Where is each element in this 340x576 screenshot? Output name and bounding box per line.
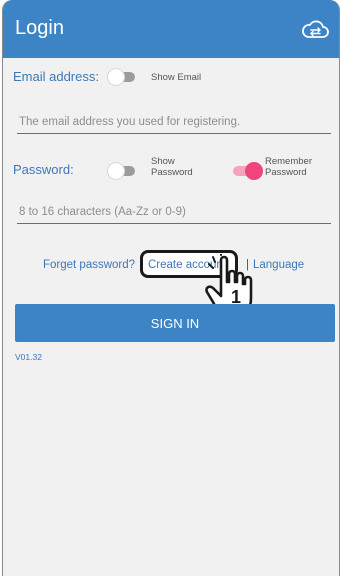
show-password-label-line2: Password bbox=[151, 167, 193, 178]
show-email-toggle[interactable] bbox=[107, 68, 137, 86]
show-password-label-line1: Show bbox=[151, 156, 175, 167]
remember-password-label-line2: Password bbox=[265, 167, 307, 178]
toggle-knob bbox=[245, 162, 263, 180]
forget-password-link[interactable]: Forget password? bbox=[43, 259, 135, 271]
app-bar: Login bbox=[3, 0, 339, 58]
toggle-knob bbox=[107, 162, 125, 180]
show-password-toggle[interactable] bbox=[107, 162, 137, 180]
password-label: Password: bbox=[13, 162, 74, 177]
remember-password-label: Remember Password bbox=[265, 156, 312, 178]
email-field[interactable] bbox=[17, 110, 331, 134]
sign-in-button[interactable]: SIGN IN bbox=[15, 304, 335, 342]
phone-frame: Login Email address: Show Email Password… bbox=[2, 0, 340, 576]
remember-password-toggle[interactable] bbox=[229, 162, 263, 180]
version-label: V01.32 bbox=[15, 352, 42, 362]
password-field[interactable] bbox=[17, 200, 331, 224]
toggle-knob bbox=[107, 68, 125, 86]
remember-password-label-line1: Remember bbox=[265, 156, 312, 167]
show-email-label: Show Email bbox=[151, 72, 202, 83]
page-title: Login bbox=[15, 17, 64, 39]
email-label: Email address: bbox=[13, 69, 99, 84]
cloud-sync-icon[interactable] bbox=[301, 18, 329, 40]
show-password-label: Show Password bbox=[151, 156, 193, 178]
